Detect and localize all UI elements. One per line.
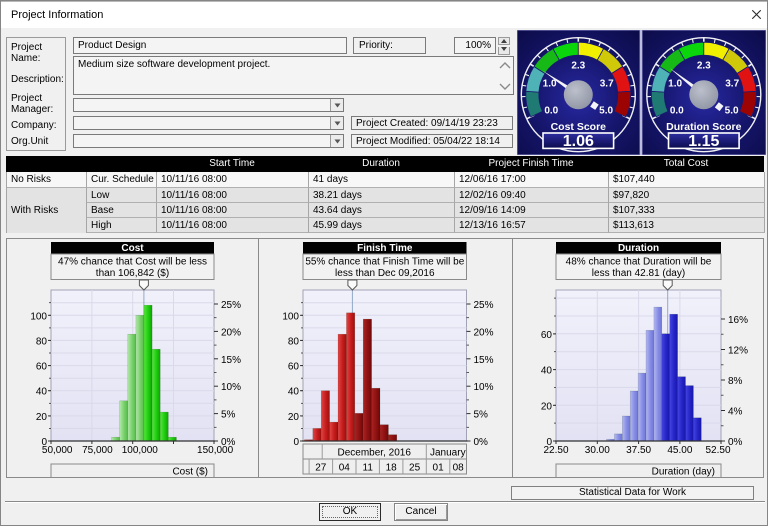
svg-text:20: 20 bbox=[288, 412, 300, 423]
svg-text:60: 60 bbox=[288, 362, 300, 373]
svg-text:2.3: 2.3 bbox=[697, 60, 711, 71]
svg-text:5.0: 5.0 bbox=[725, 105, 739, 116]
svg-text:4%: 4% bbox=[728, 407, 743, 418]
svg-text:15%: 15% bbox=[474, 355, 494, 366]
svg-text:1.0: 1.0 bbox=[543, 79, 557, 90]
svg-text:60: 60 bbox=[36, 362, 48, 373]
svg-text:25%: 25% bbox=[474, 300, 494, 311]
svg-text:27: 27 bbox=[315, 463, 327, 474]
svg-text:40: 40 bbox=[541, 366, 553, 377]
svg-text:Cost: Cost bbox=[121, 243, 144, 254]
svg-text:20%: 20% bbox=[221, 327, 241, 338]
svg-text:1.15: 1.15 bbox=[688, 133, 719, 150]
svg-text:60: 60 bbox=[541, 330, 553, 341]
svg-text:40: 40 bbox=[36, 387, 48, 398]
svg-text:75,000: 75,000 bbox=[82, 445, 113, 456]
svg-text:0%: 0% bbox=[474, 437, 489, 448]
svg-text:0.0: 0.0 bbox=[544, 105, 558, 116]
svg-text:150,000: 150,000 bbox=[197, 445, 234, 456]
svg-text:20: 20 bbox=[36, 412, 48, 423]
svg-text:10%: 10% bbox=[221, 382, 241, 393]
svg-text:Cost ($): Cost ($) bbox=[172, 467, 208, 478]
svg-text:Duration: Duration bbox=[618, 243, 659, 254]
svg-text:40: 40 bbox=[288, 387, 300, 398]
svg-text:80: 80 bbox=[288, 336, 300, 347]
svg-text:3.7: 3.7 bbox=[725, 79, 739, 90]
svg-text:48% chance that Duration will: 48% chance that Duration will be bbox=[566, 257, 712, 268]
svg-text:than 106,842 ($): than 106,842 ($) bbox=[96, 268, 169, 279]
svg-text:11: 11 bbox=[363, 463, 374, 474]
svg-text:Duration (day): Duration (day) bbox=[652, 467, 715, 478]
svg-text:25%: 25% bbox=[221, 300, 241, 311]
svg-text:37.50: 37.50 bbox=[626, 445, 651, 456]
svg-text:52.50: 52.50 bbox=[705, 445, 730, 456]
svg-text:10%: 10% bbox=[474, 382, 494, 393]
svg-text:8%: 8% bbox=[728, 376, 743, 387]
svg-text:5.0: 5.0 bbox=[599, 105, 613, 116]
svg-text:Cost Score: Cost Score bbox=[551, 121, 607, 133]
svg-text:80: 80 bbox=[36, 336, 48, 347]
svg-text:3.7: 3.7 bbox=[600, 79, 614, 90]
svg-text:30.00: 30.00 bbox=[585, 445, 610, 456]
svg-text:0.0: 0.0 bbox=[670, 105, 684, 116]
svg-text:15%: 15% bbox=[221, 355, 241, 366]
svg-text:100: 100 bbox=[30, 311, 47, 322]
svg-text:16%: 16% bbox=[728, 315, 748, 326]
svg-text:100,000: 100,000 bbox=[122, 445, 159, 456]
svg-text:55% chance that Finish Time wi: 55% chance that Finish Time will be bbox=[305, 257, 464, 268]
svg-text:less than 42.81 (day): less than 42.81 (day) bbox=[592, 268, 685, 279]
svg-text:1.06: 1.06 bbox=[563, 133, 594, 150]
svg-text:47% chance that Cost will be l: 47% chance that Cost will be less bbox=[58, 257, 207, 268]
svg-text:January: January bbox=[430, 448, 466, 459]
svg-text:2.3: 2.3 bbox=[571, 60, 585, 71]
svg-text:20%: 20% bbox=[474, 327, 494, 338]
svg-text:20: 20 bbox=[541, 401, 553, 412]
svg-text:100: 100 bbox=[282, 311, 299, 322]
svg-text:18: 18 bbox=[386, 463, 398, 474]
svg-text:Finish Time: Finish Time bbox=[357, 243, 413, 254]
svg-text:Duration Score: Duration Score bbox=[666, 121, 741, 133]
svg-text:50,000: 50,000 bbox=[42, 445, 73, 456]
svg-text:12%: 12% bbox=[728, 346, 748, 357]
svg-text:0: 0 bbox=[293, 437, 299, 448]
svg-text:less than Dec 09,2016: less than Dec 09,2016 bbox=[335, 268, 435, 279]
svg-text:04: 04 bbox=[339, 463, 351, 474]
svg-text:01: 01 bbox=[433, 463, 445, 474]
svg-text:45.00: 45.00 bbox=[667, 445, 692, 456]
svg-text:December, 2016: December, 2016 bbox=[338, 448, 412, 459]
svg-text:5%: 5% bbox=[474, 410, 489, 421]
svg-text:08: 08 bbox=[453, 463, 465, 474]
svg-text:5%: 5% bbox=[221, 410, 236, 421]
svg-text:25: 25 bbox=[409, 463, 421, 474]
svg-text:22.50: 22.50 bbox=[543, 445, 568, 456]
svg-text:1.0: 1.0 bbox=[668, 79, 682, 90]
